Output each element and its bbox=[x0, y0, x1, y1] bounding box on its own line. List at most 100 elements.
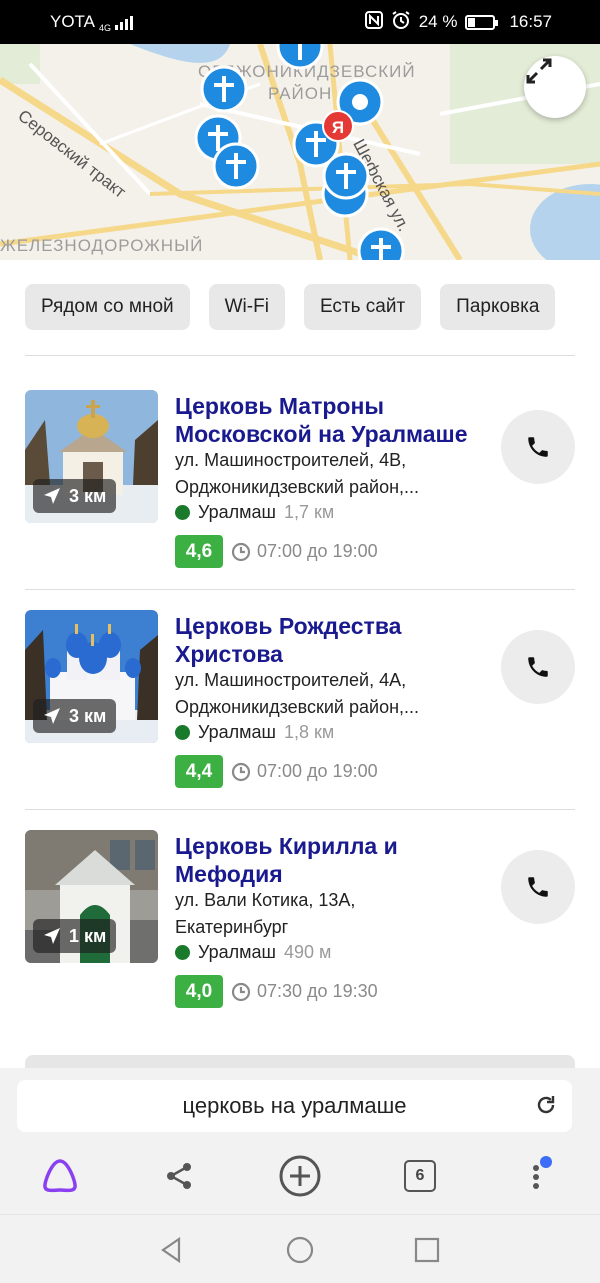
battery-icon bbox=[465, 14, 499, 30]
church-pin[interactable] bbox=[357, 227, 405, 260]
call-button[interactable] bbox=[501, 850, 575, 924]
phone-icon bbox=[528, 437, 548, 457]
tabs-button[interactable]: 6 bbox=[392, 1148, 448, 1204]
result-title[interactable]: Церковь Рождества Христова bbox=[175, 612, 495, 668]
address-line: Екатеринбург bbox=[175, 917, 289, 937]
metro-distance: 1,7 км bbox=[283, 502, 335, 522]
clock-time: 16:57 bbox=[509, 12, 552, 31]
map-pins: Я bbox=[194, 44, 405, 260]
signal-icon bbox=[115, 14, 134, 30]
phone-icon bbox=[528, 657, 548, 677]
battery-percent: 24 % bbox=[418, 12, 458, 31]
call-button[interactable] bbox=[501, 410, 575, 484]
filter-chip-website[interactable]: Есть сайт bbox=[303, 284, 422, 330]
navigation-arrow-icon bbox=[44, 708, 60, 724]
filter-chip-parking[interactable]: Парковка bbox=[440, 284, 556, 330]
rating-badge: 4,4 bbox=[175, 755, 223, 788]
notification-dot bbox=[540, 1156, 552, 1168]
rating-badge: 4,6 bbox=[175, 535, 223, 568]
opening-hours: 07:00 до 19:00 bbox=[231, 761, 378, 782]
recents-square-icon bbox=[414, 1237, 440, 1263]
hours-text: 07:00 до 19:00 bbox=[257, 761, 378, 781]
more-vertical-icon bbox=[533, 1156, 552, 1189]
call-button[interactable] bbox=[501, 630, 575, 704]
status-bar: YOTA 4G 24 % 16:57 bbox=[0, 0, 600, 44]
filter-chip-nearby[interactable]: Рядом со мной bbox=[25, 284, 190, 330]
metro-station: Уралмаш bbox=[198, 502, 276, 522]
address-line: ул. Машиностроителей, 4А, bbox=[175, 670, 407, 690]
result-title[interactable]: Церковь Матроны Московской на Уралмаше bbox=[175, 392, 495, 448]
distance-value: 3 км bbox=[69, 485, 107, 506]
rating-badge: 4,0 bbox=[175, 975, 223, 1008]
nfc-icon bbox=[364, 10, 383, 34]
opening-hours: 07:00 до 19:00 bbox=[231, 541, 378, 562]
metro-distance: 490 м bbox=[283, 942, 332, 962]
metro-icon bbox=[175, 505, 190, 520]
distance-badge: 3 км bbox=[33, 699, 117, 733]
map-view[interactable]: ОРДЖОНИКИДЗЕВСКИЙ РАЙОН Серовский тракт … bbox=[0, 44, 600, 260]
reload-icon[interactable] bbox=[534, 1093, 558, 1117]
distance-badge: 1 км bbox=[33, 919, 117, 953]
home-button[interactable] bbox=[283, 1233, 317, 1267]
yandex-marker-label: Я bbox=[332, 118, 344, 137]
tabs-count: 6 bbox=[404, 1160, 436, 1192]
metro-station: Уралмаш bbox=[198, 722, 276, 742]
share-button[interactable] bbox=[151, 1148, 207, 1204]
filter-chip-wifi[interactable]: Wi-Fi bbox=[208, 284, 285, 330]
divider bbox=[25, 809, 575, 810]
result-card[interactable]: 1 км Церковь Кирилла и Мефодия ул. Вали … bbox=[25, 830, 575, 1020]
distance-badge: 3 км bbox=[33, 479, 117, 513]
distance-value: 1 км bbox=[69, 925, 107, 946]
network-type: 4G bbox=[99, 23, 112, 33]
rating-hours-row: 4,6 07:00 до 19:00 bbox=[175, 535, 378, 568]
plus-circle-icon bbox=[279, 1155, 321, 1197]
navigation-arrow-icon bbox=[44, 928, 60, 944]
browser-toolbar: церковь на уралмаше 6 bbox=[0, 1068, 600, 1214]
church-pin[interactable] bbox=[200, 65, 248, 113]
result-address: ул. Машиностроителей, 4В, Орджоникидзевс… bbox=[175, 447, 495, 501]
church-pin[interactable] bbox=[322, 152, 370, 200]
back-triangle-icon bbox=[161, 1236, 181, 1264]
clock-icon bbox=[231, 982, 251, 1001]
result-card[interactable]: 3 км Церковь Матроны Московской на Уралм… bbox=[25, 390, 575, 580]
divider bbox=[25, 355, 575, 356]
bottom-toolbar: 6 bbox=[0, 1148, 600, 1204]
result-card[interactable]: 3 км Церковь Рождества Христова ул. Маши… bbox=[25, 610, 575, 800]
clock-icon bbox=[231, 762, 251, 781]
alarm-icon bbox=[391, 10, 411, 35]
search-query-text: церковь на уралмаше bbox=[182, 1093, 407, 1118]
result-photo[interactable]: 3 км bbox=[25, 390, 158, 523]
distance-value: 3 км bbox=[69, 705, 107, 726]
alice-button[interactable] bbox=[32, 1148, 88, 1204]
metro-icon bbox=[175, 725, 190, 740]
new-tab-button[interactable] bbox=[272, 1148, 328, 1204]
filter-chips: Рядом со мной Wi-Fi Есть сайт Парковка bbox=[25, 284, 556, 330]
result-photo[interactable]: 1 км bbox=[25, 830, 158, 963]
metro-distance: 1,8 км bbox=[283, 722, 335, 742]
search-query-bar[interactable]: церковь на уралмаше bbox=[17, 1080, 572, 1132]
metro-info: Уралмаш 1,7 км bbox=[175, 502, 334, 523]
address-line: Орджоникидзевский район,... bbox=[175, 477, 420, 497]
clock-icon bbox=[231, 542, 251, 561]
menu-button[interactable] bbox=[512, 1148, 568, 1204]
rating-hours-row: 4,0 07:30 до 19:30 bbox=[175, 975, 378, 1008]
rating-hours-row: 4,4 07:00 до 19:00 bbox=[175, 755, 378, 788]
result-title[interactable]: Церковь Кирилла и Мефодия bbox=[175, 832, 495, 888]
church-pin[interactable] bbox=[276, 44, 324, 70]
divider bbox=[25, 589, 575, 590]
hours-text: 07:00 до 19:00 bbox=[257, 541, 378, 561]
expand-map-button[interactable] bbox=[524, 56, 586, 118]
phone-icon bbox=[528, 877, 548, 897]
back-button[interactable] bbox=[154, 1233, 188, 1267]
result-address: ул. Машиностроителей, 4А, Орджоникидзевс… bbox=[175, 667, 495, 721]
church-pin[interactable] bbox=[212, 142, 260, 190]
address-line: ул. Вали Котика, 13А, bbox=[175, 890, 356, 910]
metro-icon bbox=[175, 945, 190, 960]
opening-hours: 07:30 до 19:30 bbox=[231, 981, 378, 1002]
recents-button[interactable] bbox=[410, 1233, 444, 1267]
hours-text: 07:30 до 19:30 bbox=[257, 981, 378, 1001]
metro-info: Уралмаш 1,8 км bbox=[175, 722, 334, 743]
carrier-name: YOTA bbox=[50, 12, 96, 31]
result-photo[interactable]: 3 км bbox=[25, 610, 158, 743]
result-address: ул. Вали Котика, 13А, Екатеринбург bbox=[175, 887, 495, 941]
